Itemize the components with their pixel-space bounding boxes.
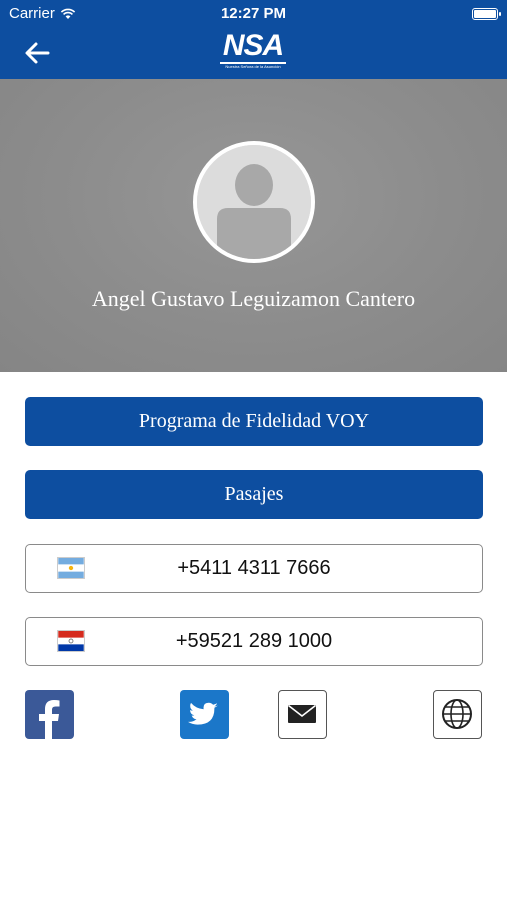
loyalty-program-button[interactable]: Programa de Fidelidad VOY [25,397,483,446]
facebook-icon [39,700,60,739]
nsa-logo: NSA Nuestra Señora de la Asunción [218,30,288,72]
phone-number: +59521 289 1000 [175,630,333,652]
phone-number: +5411 4311 7666 [177,557,331,579]
battery-icon [472,8,501,20]
tickets-label: Pasajes [224,483,284,505]
website-button[interactable] [433,690,482,739]
person-placeholder-icon [197,145,311,259]
twitter-button[interactable] [180,690,229,739]
loyalty-program-label: Programa de Fidelidad VOY [138,410,370,432]
logo-tagline: Nuestra Señora de la Asunción [225,64,281,69]
mail-icon [288,704,316,723]
profile-name: Angel Gustavo Leguizamon Cantero [91,286,416,311]
phone-paraguay-button[interactable]: +59521 289 1000 [25,617,483,666]
phone-argentina-button[interactable]: +5411 4311 7666 [25,544,483,593]
logo-mark: NSA [222,29,284,62]
status-time: 12:27 PM [220,5,287,22]
email-button[interactable] [278,690,327,739]
status-bar: Carrier 12:27 PM [0,0,507,28]
argentina-flag-icon [57,557,85,579]
avatar [193,141,315,263]
paraguay-flag-icon [57,630,85,652]
globe-icon [442,699,472,729]
top-bar: Carrier 12:27 PM NSA Nuestra Señora de l… [0,0,507,79]
twitter-icon [188,702,218,725]
facebook-button[interactable] [25,690,74,739]
arrow-left-icon[interactable] [22,38,52,68]
tickets-button[interactable]: Pasajes [25,470,483,519]
